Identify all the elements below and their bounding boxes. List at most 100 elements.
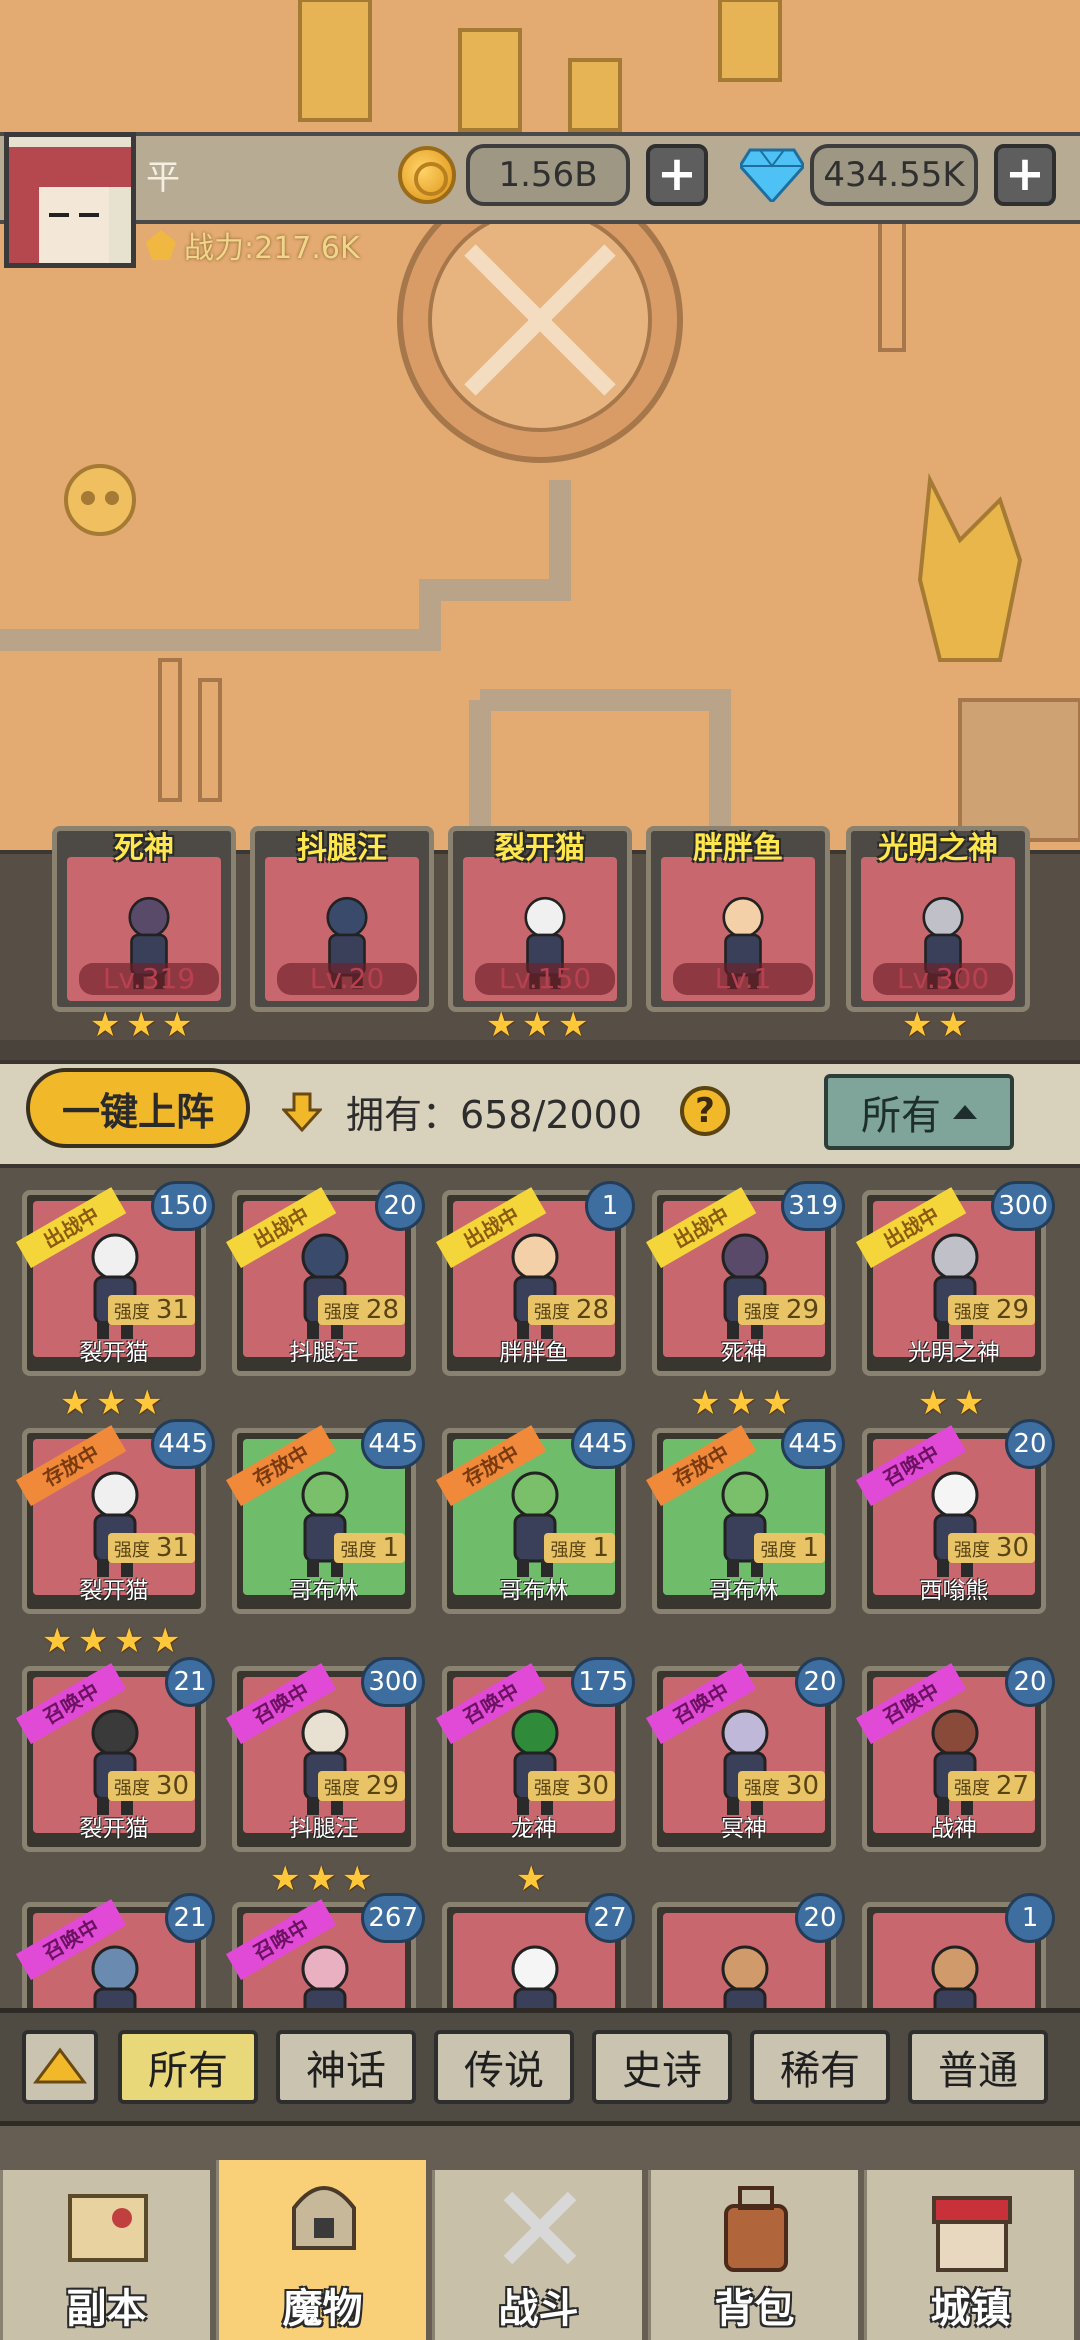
monster-name: 哥布林: [499, 1578, 569, 1604]
strength-label: 强度: [533, 1302, 570, 1323]
level-badge: 20: [1005, 1657, 1055, 1707]
rarity-tab[interactable]: 神话: [276, 2030, 416, 2104]
monster-card[interactable]: 27: [442, 1893, 635, 2008]
rarity-tab[interactable]: 所有: [118, 2030, 258, 2104]
monster-card[interactable]: 召唤中 20 强度 27 战神: [856, 1657, 1055, 1852]
lineup-slot[interactable]: 抖腿汪 Lv.20: [250, 826, 434, 1012]
star-icon: ★: [132, 1383, 163, 1423]
rarity-tab[interactable]: 普通: [908, 2030, 1048, 2104]
monster-card[interactable]: 存放中 445 强度 1 哥布林: [646, 1419, 845, 1614]
monster-card[interactable]: 出战中 300 强度 29 光明之神: [856, 1181, 1055, 1376]
rarity-tab[interactable]: 史诗: [592, 2030, 732, 2104]
strength-value: 28: [365, 1295, 399, 1325]
strength-tag: 强度 30: [107, 1771, 195, 1801]
monster-card[interactable]: 出战中 1 强度 28 胖胖鱼: [436, 1181, 635, 1376]
star-icon: ★: [516, 1859, 547, 1899]
level-badge: 20: [1005, 1419, 1055, 1469]
nav-dungeon[interactable]: 副本: [0, 2170, 210, 2340]
strength-value: 29: [365, 1771, 399, 1801]
level-badge: 175: [571, 1657, 635, 1707]
gold-coin-icon: [398, 146, 456, 204]
lineup-slot[interactable]: 裂开猫 Lv.150: [448, 826, 632, 1012]
strength-tag: 强度 31: [107, 1295, 195, 1325]
add-gems-button[interactable]: +: [994, 144, 1056, 206]
nav-label: 背包: [714, 2286, 795, 2332]
lineup-level: Lv.1: [673, 963, 813, 995]
rarity-tab[interactable]: 传说: [434, 2030, 574, 2104]
player-avatar[interactable]: [4, 132, 136, 268]
monster-card[interactable]: 出战中 319 强度 29 死神: [646, 1181, 845, 1376]
monster-card[interactable]: 存放中 445 强度 1 哥布林: [436, 1419, 635, 1614]
lineup-slot[interactable]: 死神 Lv.319: [52, 826, 236, 1012]
level-badge: 27: [585, 1893, 635, 1943]
lineup-level: Lv.150: [475, 963, 615, 995]
monster-helmet-icon: [292, 2186, 356, 2250]
strength-tag: 强度 31: [107, 1533, 195, 1563]
strength-value: 30: [155, 1771, 189, 1801]
world-map: [0, 0, 1080, 850]
lineup-slot[interactable]: 光明之神 Lv.300: [846, 826, 1030, 1012]
monster-card[interactable]: 召唤中 21: [16, 1893, 215, 2008]
lineup-slot[interactable]: 胖胖鱼 Lv.1: [646, 826, 830, 1012]
level-badge: 300: [991, 1181, 1055, 1231]
nav-bag[interactable]: 背包: [648, 2170, 858, 2340]
arrow-down-icon: [282, 1092, 322, 1132]
monster-name: 龙神: [511, 1816, 557, 1842]
monster-card[interactable]: 20: [652, 1893, 845, 2008]
card-stars: ★ ★ ★: [690, 1386, 796, 1420]
strength-label: 强度: [113, 1302, 150, 1323]
monster-card[interactable]: 召唤中 21 强度 30 裂开猫: [16, 1657, 215, 1852]
strength-value: 1: [592, 1533, 609, 1563]
strength-value: 28: [575, 1295, 609, 1325]
monster-card[interactable]: 召唤中 267: [226, 1893, 425, 2008]
rarity-tab[interactable]: 稀有: [750, 2030, 890, 2104]
monster-portrait: [931, 1945, 979, 2008]
strength-tag: 强度 1: [334, 1533, 405, 1563]
backpack-icon: [724, 2186, 788, 2272]
diamond-icon: [740, 148, 804, 202]
add-gold-button[interactable]: +: [646, 144, 708, 206]
star-icon: ★: [42, 1621, 73, 1661]
nav-battle[interactable]: 战斗: [432, 2170, 642, 2340]
monster-name: 裂开猫: [79, 1816, 149, 1842]
monster-card[interactable]: 1: [862, 1893, 1055, 2008]
monster-card[interactable]: 召唤中 300 强度 29 抖腿汪: [226, 1657, 425, 1852]
monster-card[interactable]: 存放中 445 强度 1 哥布林: [226, 1419, 425, 1614]
level-badge: 20: [375, 1181, 425, 1231]
level-badge: 445: [781, 1419, 845, 1469]
monster-name: 裂开猫: [79, 1340, 149, 1366]
filter-dropdown[interactable]: 所有: [824, 1074, 1014, 1150]
nav-monsters[interactable]: 魔物: [216, 2160, 426, 2340]
monster-name: 抖腿汪: [289, 1340, 359, 1366]
star-icon: ★: [60, 1383, 91, 1423]
level-badge: 319: [781, 1181, 845, 1231]
monster-card[interactable]: 出战中 150 强度 31 裂开猫: [16, 1181, 215, 1376]
monster-card[interactable]: 召唤中 20 强度 30 冥神: [646, 1657, 845, 1852]
help-icon[interactable]: ?: [680, 1086, 730, 1136]
lineup-name: 裂开猫: [495, 831, 585, 866]
auto-deploy-button[interactable]: 一键上阵: [26, 1068, 250, 1148]
monster-card[interactable]: 召唤中 20 强度 30 西嗡熊: [856, 1419, 1055, 1614]
nav-town[interactable]: 城镇: [864, 2170, 1074, 2340]
nav-label: 城镇: [930, 2286, 1011, 2332]
strength-label: 强度: [743, 1302, 780, 1323]
monster-name: 死神: [721, 1340, 767, 1366]
star-icon: ★: [954, 1383, 985, 1423]
lineup-name: 死神: [114, 831, 174, 866]
strength-value: 1: [382, 1533, 399, 1563]
strength-label: 强度: [323, 1302, 360, 1323]
strength-tag: 强度 1: [754, 1533, 825, 1563]
monster-card[interactable]: 召唤中 175 强度 30 龙神: [436, 1657, 635, 1852]
monster-card[interactable]: 出战中 20 强度 28 抖腿汪: [226, 1181, 425, 1376]
monster-card[interactable]: 存放中 445 强度 31 裂开猫: [16, 1419, 215, 1614]
level-badge: 445: [361, 1419, 425, 1469]
star-icon: ★: [902, 1005, 933, 1045]
crossed-swords-icon: [503, 2191, 577, 2265]
card-stars: ★ ★: [918, 1386, 988, 1420]
lineup-name: 抖腿汪: [297, 831, 387, 866]
star-icon: ★: [96, 1383, 127, 1423]
level-badge: 445: [151, 1419, 215, 1469]
strength-value: 29: [785, 1295, 819, 1325]
collapse-button[interactable]: [22, 2030, 98, 2104]
strength-label: 强度: [550, 1540, 587, 1561]
